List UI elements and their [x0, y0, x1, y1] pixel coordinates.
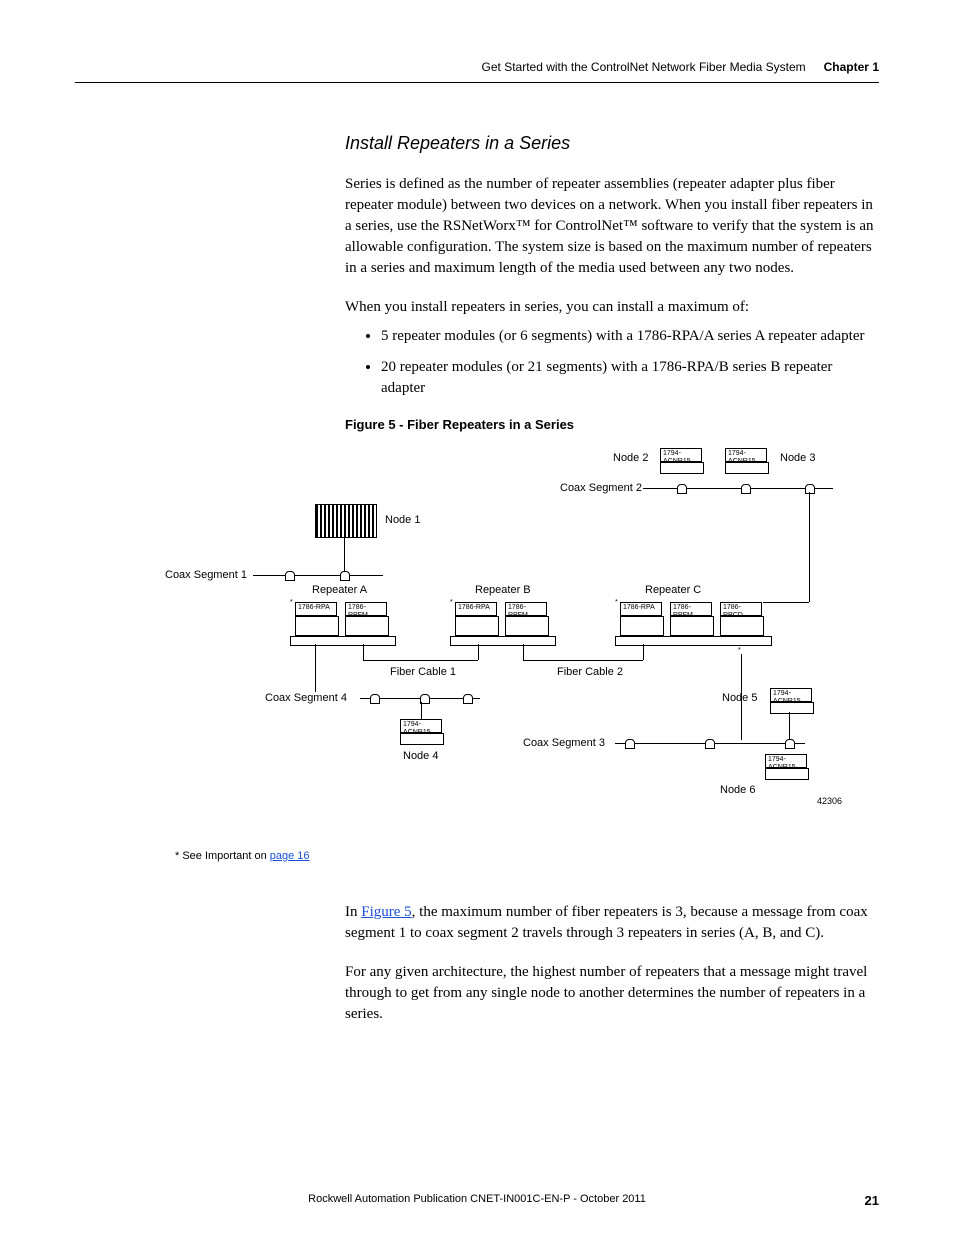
publication-id: Rockwell Automation Publication CNET-IN0… — [308, 1193, 646, 1205]
label-node3: Node 3 — [780, 452, 815, 464]
label-node1: Node 1 — [385, 514, 420, 526]
label-repA: Repeater A — [312, 584, 367, 596]
module-base — [400, 733, 444, 745]
figure-5-link[interactable]: Figure 5 — [361, 904, 411, 920]
tap-icon — [370, 694, 380, 704]
figure-caption: Figure 5 - Fiber Repeaters in a Series — [345, 417, 879, 432]
tap-icon — [340, 571, 350, 581]
module-base — [770, 702, 814, 714]
paragraph-2: When you install repeaters in series, yo… — [345, 297, 879, 318]
chapter-label: Chapter 1 — [824, 60, 879, 74]
module-base — [765, 768, 809, 780]
module-acnr: 1794-ACNR15 — [400, 719, 442, 733]
fiber-line — [363, 644, 364, 660]
module-rpfm: 1786-RPFM — [505, 602, 547, 616]
rack-base — [290, 636, 396, 646]
module-rpcd: 1786-RPCD — [720, 602, 762, 616]
tap-icon — [463, 694, 473, 704]
label-node4: Node 4 — [403, 750, 438, 762]
label-coax3: Coax Segment 3 — [523, 737, 605, 749]
module-rpa: 1786-RPA — [295, 602, 337, 616]
drop-line — [763, 602, 809, 603]
tap-icon — [785, 739, 795, 749]
plc-icon — [315, 504, 377, 538]
label-node5: Node 5 — [722, 692, 757, 704]
label-node6: Node 6 — [720, 784, 755, 796]
module-rpfm: 1786-RPFM — [345, 602, 387, 616]
paragraph-1: Series is defined as the number of repea… — [345, 174, 879, 279]
section-heading: Install Repeaters in a Series — [345, 133, 879, 154]
page-number: 21 — [865, 1193, 879, 1208]
drop-line — [741, 654, 742, 740]
module-rpa: 1786-RPA — [620, 602, 662, 616]
figure-footnote: * See Important on page 16 — [175, 850, 310, 862]
tap-icon — [285, 571, 295, 581]
module-base — [670, 616, 714, 636]
label-repB: Repeater B — [475, 584, 531, 596]
module-acnr: 1794-ACNR15 — [765, 754, 807, 768]
rack-base — [615, 636, 772, 646]
module-rpfm: 1786-RPFM — [670, 602, 712, 616]
tap-icon — [705, 739, 715, 749]
label-coax1: Coax Segment 1 — [165, 569, 247, 581]
fiber-line — [478, 644, 479, 660]
drop-line — [421, 702, 422, 719]
module-rpa: 1786-RPA — [455, 602, 497, 616]
list-item: 20 repeater modules (or 21 segments) wit… — [381, 357, 879, 399]
coax-line — [253, 575, 383, 576]
tap-icon — [625, 739, 635, 749]
drop-line — [809, 492, 810, 602]
module-acnr: 1794-ACNR15 — [770, 688, 812, 702]
label-fiber1: Fiber Cable 1 — [390, 666, 456, 678]
page-footer: Rockwell Automation Publication CNET-IN0… — [75, 1193, 879, 1205]
figure-5-diagram: Node 2 1794-ACNR15 1794-ACNR15 Node 3 Co… — [165, 444, 885, 844]
module-base — [295, 616, 339, 636]
module-base — [725, 462, 769, 474]
figure-footnote-row: * See Important on page 16 — [75, 850, 879, 862]
module-acnr: 1794-ACNR15 — [660, 448, 702, 462]
label-node2: Node 2 — [613, 452, 648, 464]
paragraph-3: In Figure 5, the maximum number of fiber… — [345, 902, 879, 944]
drop-line — [789, 712, 790, 740]
page-header: Get Started with the ControlNet Network … — [75, 60, 879, 74]
paragraph-4: For any given architecture, the highest … — [345, 962, 879, 1025]
module-base — [455, 616, 499, 636]
drop-line — [344, 536, 345, 572]
max-repeaters-list: 5 repeater modules (or 6 segments) with … — [345, 326, 879, 399]
module-base — [660, 462, 704, 474]
label-fiber2: Fiber Cable 2 — [557, 666, 623, 678]
tap-icon — [677, 484, 687, 494]
drop-line — [315, 644, 316, 692]
fiber-line — [643, 644, 644, 660]
module-base — [345, 616, 389, 636]
rack-base — [450, 636, 556, 646]
label-repC: Repeater C — [645, 584, 701, 596]
module-base — [620, 616, 664, 636]
tap-icon — [805, 484, 815, 494]
label-coax4: Coax Segment 4 — [265, 692, 347, 704]
tap-icon — [741, 484, 751, 494]
fiber-line — [523, 644, 524, 660]
doc-section-label: Get Started with the ControlNet Network … — [482, 60, 806, 74]
module-base — [720, 616, 764, 636]
label-coax2: Coax Segment 2 — [560, 482, 642, 494]
figure-id: 42306 — [817, 796, 842, 806]
header-rule — [75, 82, 879, 83]
module-base — [505, 616, 549, 636]
fiber-line — [523, 660, 643, 661]
list-item: 5 repeater modules (or 6 segments) with … — [381, 326, 879, 347]
page-16-link[interactable]: page 16 — [270, 850, 310, 862]
fiber-line — [363, 660, 478, 661]
module-acnr: 1794-ACNR15 — [725, 448, 767, 462]
